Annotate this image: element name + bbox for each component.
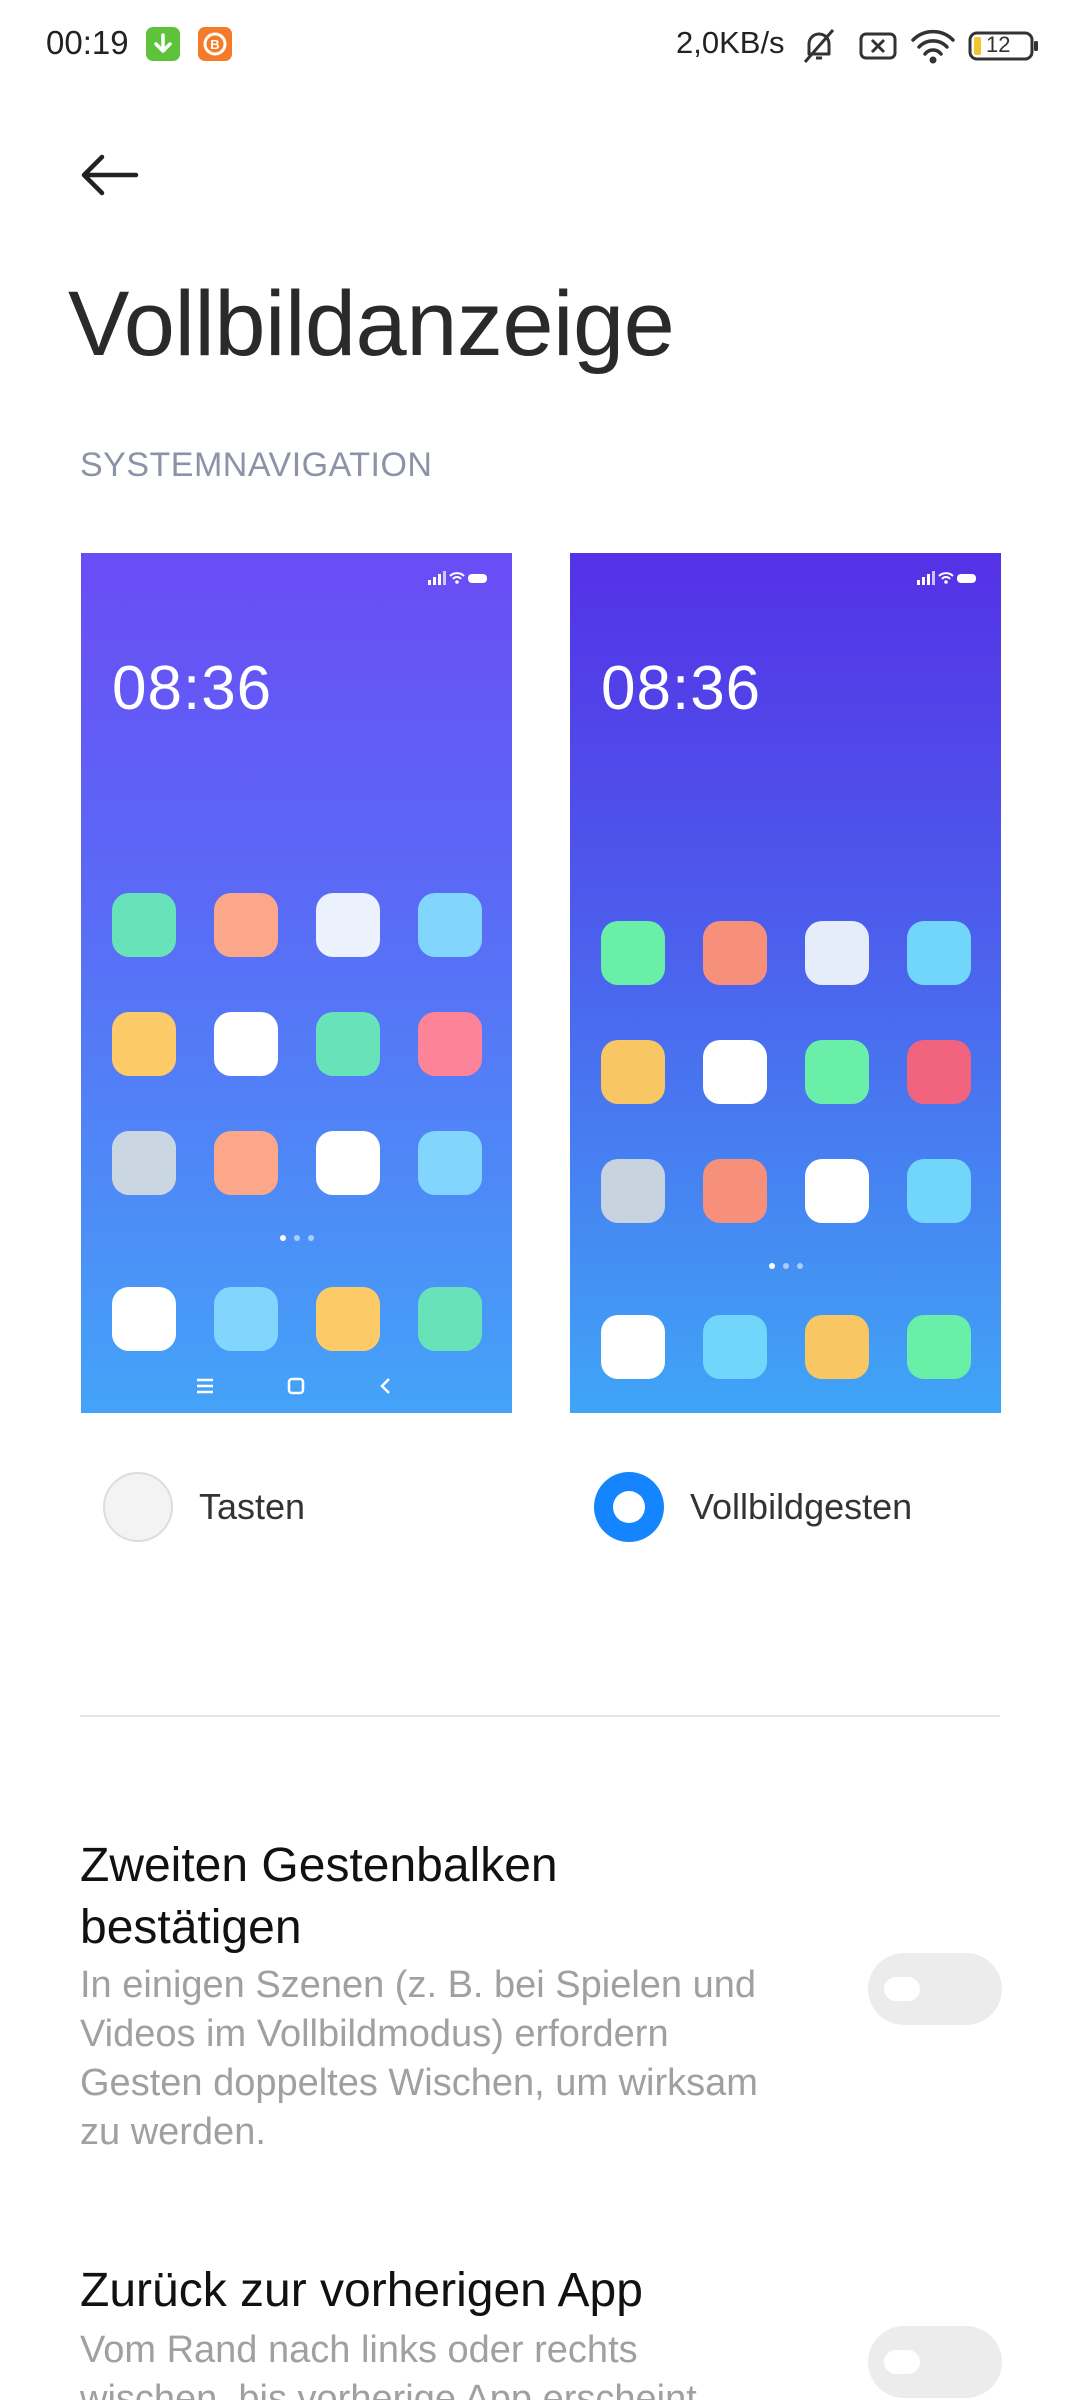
setting-title-line: Zweiten Gestenbalken <box>80 1839 558 1892</box>
status-bar: 00:19 B 2,0KB/s 12 <box>0 0 1080 90</box>
section-label: SYSTEMNAVIGATION <box>80 446 433 484</box>
preview-app-icon <box>214 893 278 957</box>
preview-status-icons <box>917 571 977 585</box>
preview-dock <box>112 1287 482 1351</box>
option-gestures[interactable]: Vollbildgesten <box>594 1472 912 1542</box>
page-dot <box>307 1235 314 1241</box>
preview-app-grid <box>601 921 973 1223</box>
radio-gestures[interactable] <box>594 1472 664 1542</box>
setting-description: In einigen Szenen (z. B. bei Spielen und… <box>80 1961 840 2157</box>
preview-gestures[interactable]: 08:36 <box>570 553 1001 1413</box>
page-dot <box>782 1263 789 1269</box>
home-square-icon <box>287 1377 305 1395</box>
preview-app-icon <box>418 1012 482 1076</box>
svg-text:B: B <box>210 37 219 52</box>
toggle-knob <box>884 2350 920 2374</box>
preview-app-icon <box>601 1159 665 1223</box>
setting-title-line: bestätigen <box>80 1901 302 1954</box>
preview-app-icon <box>418 1131 482 1195</box>
download-app-icon <box>146 27 180 61</box>
preview-app-icon <box>214 1287 278 1351</box>
preview-app-icon <box>601 921 665 985</box>
toggle-switch[interactable] <box>868 2326 1002 2398</box>
preview-clock: 08:36 <box>601 654 762 723</box>
back-chevron-icon <box>380 1378 390 1394</box>
preview-clock: 08:36 <box>112 654 273 723</box>
radio-buttons[interactable] <box>103 1472 173 1542</box>
bitcoin-app-icon: B <box>198 27 232 61</box>
setting-desc-line: Vom Rand nach links oder rechts <box>80 2329 638 2371</box>
arrow-left-icon <box>81 154 139 196</box>
preview-app-icon <box>907 921 971 985</box>
toggle-switch[interactable] <box>868 1953 1002 2025</box>
page-title: Vollbildanzeige <box>68 273 675 375</box>
preview-app-icon <box>907 1040 971 1104</box>
preview-app-icon <box>316 893 380 957</box>
preview-app-icon <box>907 1159 971 1223</box>
preview-app-icon <box>703 1040 767 1104</box>
preview-app-icon <box>112 893 176 957</box>
preview-app-icon <box>907 1315 971 1379</box>
setting-description: Vom Rand nach links oder rechts wischen,… <box>80 2326 840 2400</box>
preview-app-icon <box>214 1131 278 1195</box>
preview-app-icon <box>418 1287 482 1351</box>
preview-app-icon <box>316 1131 380 1195</box>
preview-app-icon <box>112 1012 176 1076</box>
toggle-knob <box>884 1977 920 2001</box>
battery-level: 12 <box>986 32 1011 57</box>
preview-app-icon <box>805 921 869 985</box>
page-dot <box>796 1263 803 1269</box>
preview-app-icon <box>418 893 482 957</box>
preview-nav-bar <box>81 1371 512 1401</box>
preview-app-icon <box>805 1159 869 1223</box>
page-dot <box>279 1235 286 1241</box>
page-indicator <box>81 1235 512 1241</box>
page-indicator <box>570 1263 1001 1269</box>
option-buttons[interactable]: Tasten <box>103 1472 305 1542</box>
preview-app-icon <box>112 1131 176 1195</box>
option-label-gestures: Vollbildgesten <box>690 1486 913 1527</box>
page-dot <box>293 1235 300 1241</box>
preview-app-icon <box>703 1159 767 1223</box>
preview-dock <box>601 1315 971 1379</box>
preview-app-icon <box>112 1287 176 1351</box>
setting-desc-line: In einigen Szenen (z. B. bei Spielen und <box>80 1964 757 2006</box>
option-label-buttons: Tasten <box>199 1486 306 1527</box>
setting-desc-line: wischen, bis vorherige App erscheint <box>80 2378 697 2400</box>
preview-app-icon <box>316 1287 380 1351</box>
preview-app-icon <box>703 1315 767 1379</box>
preview-app-icon <box>601 1040 665 1104</box>
divider <box>80 1715 1000 1717</box>
wifi-icon <box>910 26 956 71</box>
setting-desc-line: Videos im Vollbildmodus) erfordern <box>80 2013 669 2055</box>
setting-title-line: Zurück zur vorherigen App <box>80 2264 643 2317</box>
preview-app-icon <box>316 1012 380 1076</box>
preview-buttons[interactable]: 08:36 <box>81 553 512 1413</box>
preview-status-icons <box>428 571 488 585</box>
menu-icon <box>197 1378 213 1394</box>
settings-screen: 00:19 B 2,0KB/s 12 Vollbildanzeige SYSTE… <box>0 0 1080 2400</box>
network-speed: 2,0KB/s <box>676 25 785 60</box>
sim-none-icon <box>858 26 898 71</box>
setting-title: Zweiten Gestenbalken bestätigen <box>80 1835 558 1959</box>
page-dot <box>768 1263 775 1269</box>
back-button[interactable] <box>68 140 152 210</box>
setting-desc-line: Gesten doppeltes Wischen, um wirksam <box>80 2062 758 2104</box>
preview-app-icon <box>805 1040 869 1104</box>
setting-desc-line: zu werden. <box>80 2111 266 2153</box>
preview-app-icon <box>601 1315 665 1379</box>
battery-icon: 12 <box>968 26 1040 71</box>
preview-app-grid <box>112 893 484 1195</box>
preview-app-icon <box>805 1315 869 1379</box>
bell-muted-icon <box>800 26 838 71</box>
preview-app-icon <box>214 1012 278 1076</box>
setting-title: Zurück zur vorherigen App <box>80 2260 643 2322</box>
status-time: 00:19 <box>46 24 129 61</box>
preview-app-icon <box>703 921 767 985</box>
